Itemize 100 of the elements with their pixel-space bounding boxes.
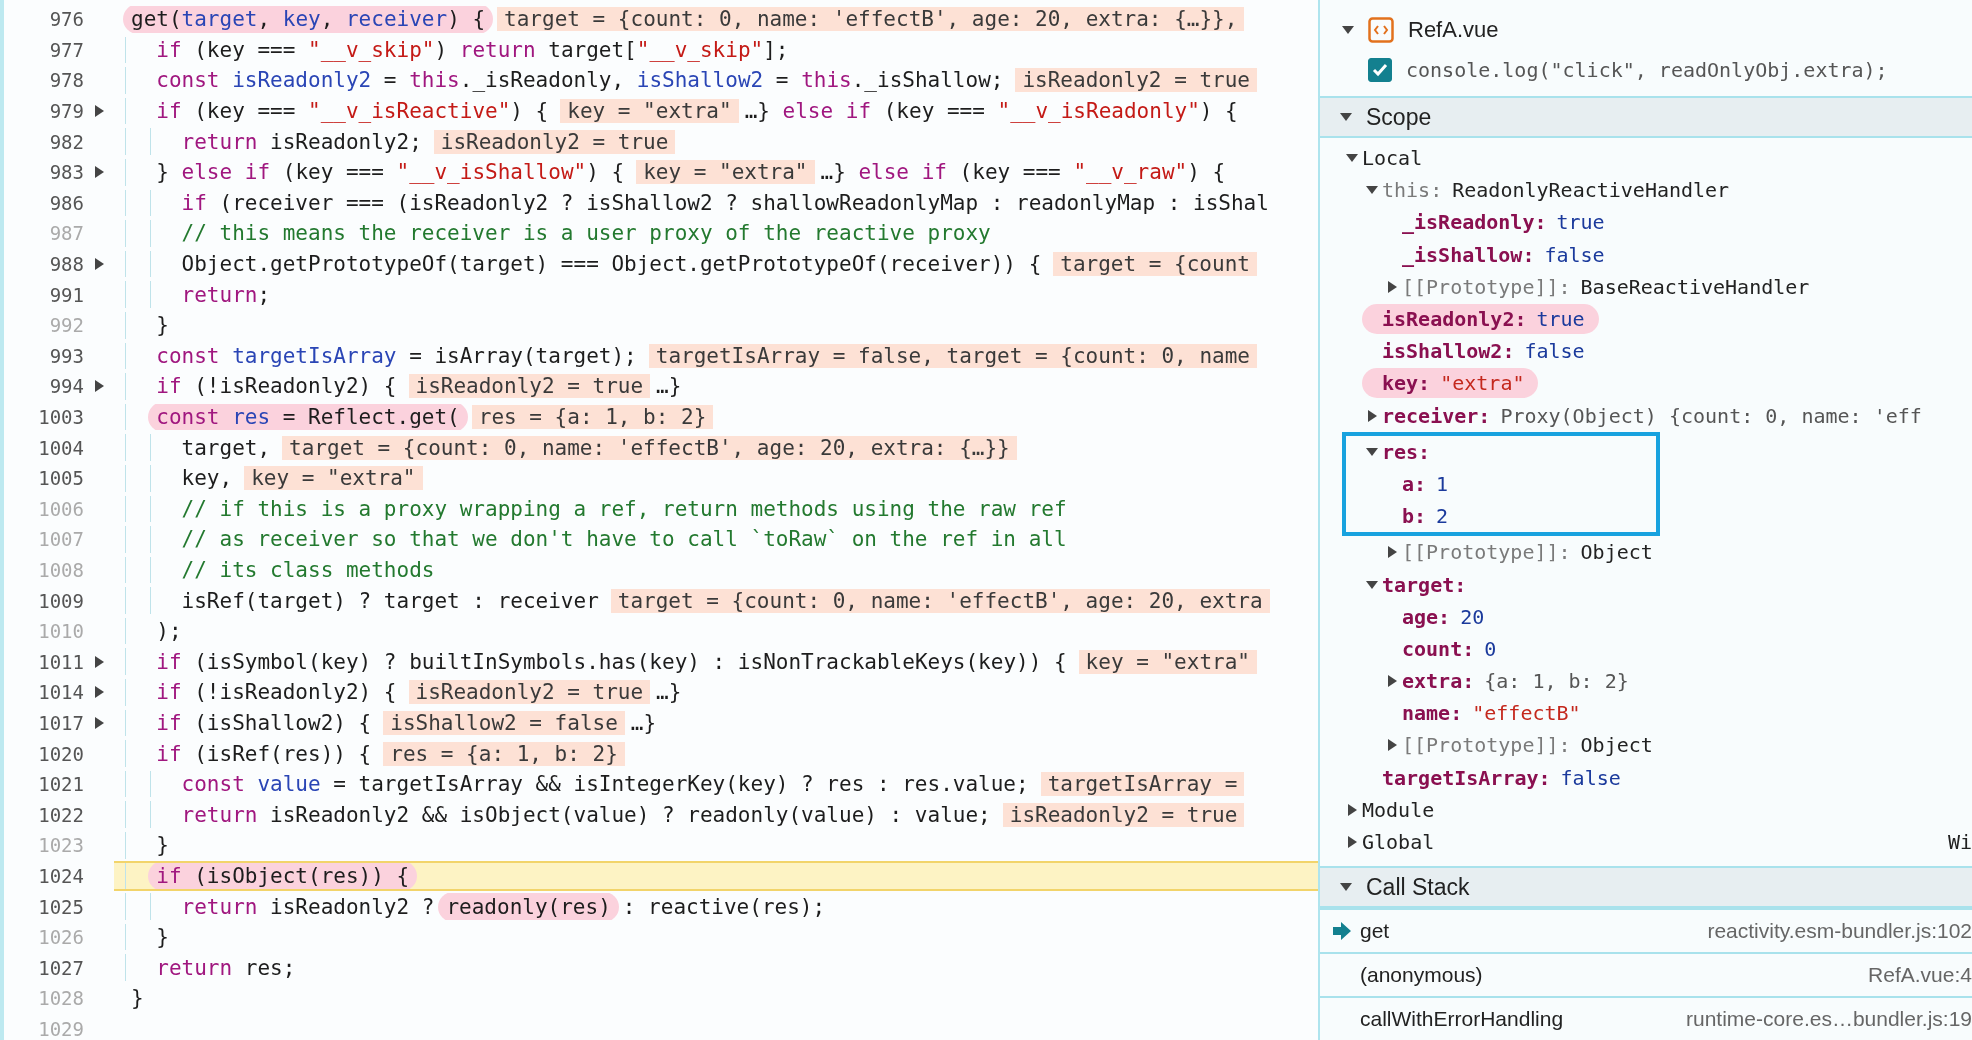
code-text: if (isShallow2) {	[156, 710, 372, 735]
scope-tree-item[interactable]: isReadonly2: true	[1362, 304, 1599, 335]
expand-arrow-icon[interactable]	[93, 105, 105, 118]
code-text: get(target, key, receiver) {	[131, 7, 486, 32]
code-text: if (!isReadonly2) {	[156, 374, 397, 399]
line-number: 1005	[38, 467, 84, 490]
code-text: const isReadonly2 = this._isReadonly, isShallow2 = this._isShallow;	[156, 68, 1004, 93]
code-text: // its class methods	[181, 558, 435, 582]
code-text: // as receiver so that we don't have to call `toRaw` on the ref in all	[181, 527, 1067, 552]
expand-arrow-icon[interactable]	[1346, 836, 1358, 849]
scope-tree-item[interactable]: res:	[1362, 436, 1431, 467]
line-number: 976	[49, 8, 84, 31]
code-text: if (isObject(res)) {	[156, 863, 410, 888]
scope-tree-item[interactable]: Local	[1342, 143, 1972, 174]
code-text: } else if (key === "__v_isShallow") {	[156, 160, 625, 185]
breakpoint-checkbox[interactable]	[1368, 58, 1392, 82]
code-text: );	[156, 619, 182, 644]
scope-tree-item[interactable]: _isShallow: false	[1382, 239, 1605, 270]
expand-arrow-icon[interactable]	[1366, 578, 1378, 591]
line-number: 987	[49, 222, 84, 245]
expand-arrow-icon[interactable]	[93, 166, 105, 179]
expand-arrow-icon[interactable]	[1386, 546, 1398, 559]
scope-tree-item[interactable]: Module	[1342, 794, 1972, 825]
expand-arrow-icon[interactable]	[93, 655, 105, 668]
value-chip: res = {a: 1, b: 2}	[471, 405, 714, 429]
line-number: 986	[49, 191, 84, 214]
scope-tree-item[interactable]: _isReadonly: true	[1382, 207, 1605, 238]
line-number: 979	[49, 100, 84, 123]
value-chip: key = "extra"	[636, 160, 815, 185]
scope-tree-item[interactable]: extra: {a: 1, b: 2}	[1382, 666, 1629, 697]
value-chip: targetIsArray =	[1040, 772, 1245, 797]
code-text: const targetIsArray = isArray(target);	[156, 343, 637, 368]
code-text: …} else if (key === "__v_raw") {	[820, 160, 1226, 185]
expand-arrow-icon[interactable]	[1386, 675, 1398, 688]
scope-tree-item[interactable]: b: 2	[1382, 501, 1449, 532]
line-number: 1023	[38, 834, 84, 857]
current-frame-arrow-icon	[1332, 921, 1352, 942]
scope-tree-item[interactable]: [[Prototype]]: BaseReactiveHandler	[1382, 271, 1810, 302]
code-text: return res;	[156, 955, 296, 980]
line-number: 1007	[38, 528, 84, 551]
scope-tree-item[interactable]: [[Prototype]]: Object	[1382, 730, 1653, 761]
scope-tree-item[interactable]: target:	[1362, 569, 1467, 600]
value-chip: key = "extra"	[244, 466, 423, 491]
scope-tree-item[interactable]: isShallow2: false	[1362, 336, 1585, 367]
line-number: 1003	[38, 406, 84, 428]
expand-arrow-icon[interactable]	[1386, 280, 1398, 293]
line-number: 1027	[38, 956, 84, 979]
code-text: isRef(target) ? target : receiver	[181, 588, 599, 613]
file-name: RefA.vue	[1408, 17, 1499, 43]
code-text: Object.getPrototypeOf(target) === Object.getPrototypeOf(receiver)) {	[181, 252, 1042, 277]
scope-tree-item[interactable]: count: 0	[1382, 633, 1497, 664]
expand-arrow-icon[interactable]	[1366, 445, 1378, 458]
value-chip: isReadonly2 = true	[1002, 802, 1245, 827]
line-number: 1021	[38, 773, 84, 796]
scope-tree-item[interactable]: a: 1	[1382, 468, 1449, 499]
scope-tree-item[interactable]: receiver: Proxy(Object) {count: 0, name: 'eff	[1362, 400, 1922, 431]
line-number: 1010	[38, 620, 84, 643]
line-number: 977	[49, 38, 84, 61]
code-text: …}	[630, 710, 657, 735]
line-number: 1006	[38, 497, 84, 520]
value-chip: target = {count: 0, name: 'effectB', age: 20, extra: {…}},	[497, 7, 1245, 32]
scope-section-header[interactable]: Scope	[1320, 96, 1972, 138]
code-text: }	[156, 313, 169, 338]
scope-tree-item[interactable]: age: 20	[1382, 601, 1485, 632]
code-text: return isReadonly2;	[181, 129, 422, 154]
line-number: 978	[49, 69, 84, 92]
expand-arrow-icon[interactable]	[1342, 24, 1354, 36]
code-text: }	[131, 986, 144, 1011]
expand-arrow-icon[interactable]	[1386, 739, 1398, 752]
value-chip: isReadonly2 = true	[1015, 68, 1257, 93]
code-text: …} else if (key === "__v_isReadonly") {	[744, 99, 1238, 124]
line-number: 1017	[38, 711, 84, 734]
line-number: 1020	[38, 742, 84, 765]
expand-arrow-icon[interactable]	[1346, 803, 1358, 816]
scope-tree-item[interactable]: key: "extra"	[1362, 368, 1539, 399]
expand-arrow-icon[interactable]	[93, 258, 105, 271]
scope-tree-item[interactable]: [[Prototype]]: Object	[1382, 537, 1653, 568]
line-number: 991	[49, 283, 84, 306]
line-number: 988	[49, 253, 84, 276]
expand-arrow-icon[interactable]	[93, 380, 105, 393]
scope-tree-item[interactable]: Global Wi	[1342, 827, 1972, 858]
scope-tree-item[interactable]: name: "effectB"	[1382, 698, 1581, 729]
expand-arrow-icon[interactable]	[1366, 409, 1378, 422]
line-number: 1024	[38, 864, 84, 887]
code-text: }	[156, 833, 169, 858]
scope-tree-item[interactable]: targetIsArray: false	[1362, 762, 1621, 793]
expand-arrow-icon[interactable]	[1340, 111, 1352, 123]
line-number: 1008	[38, 559, 84, 581]
expand-arrow-icon[interactable]	[93, 716, 105, 729]
line-number: 1026	[38, 926, 84, 949]
expand-arrow-icon[interactable]	[93, 686, 105, 699]
line-number: 993	[49, 344, 84, 367]
file-icon	[1368, 17, 1394, 43]
line-number: 1009	[38, 589, 84, 612]
line-number: 983	[49, 161, 84, 184]
scope-tree-item[interactable]: this: ReadonlyReactiveHandler	[1362, 175, 1730, 206]
code-text: if (!isReadonly2) {	[156, 680, 397, 705]
line-number: 1022	[38, 803, 84, 826]
code-text: readonly(res)	[446, 894, 611, 919]
call-stack-header[interactable]: Call Stack	[1320, 866, 1972, 909]
